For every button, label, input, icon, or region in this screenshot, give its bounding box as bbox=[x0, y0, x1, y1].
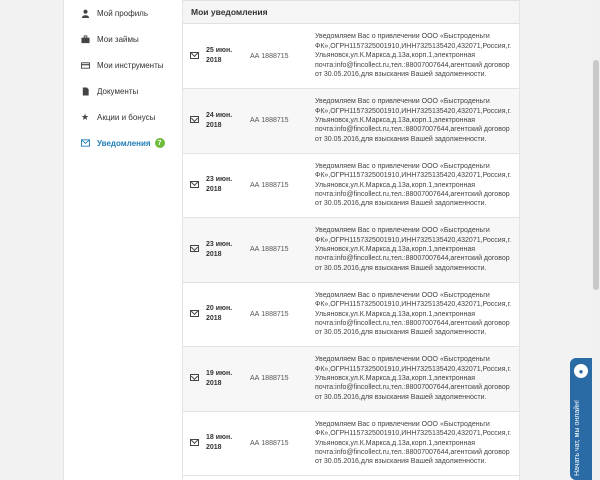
table-row[interactable]: 23 июн. 2018 АА 1888715 Уведомляем Вас о… bbox=[183, 217, 519, 283]
chat-widget-label: Начать чат, мы онлайн! bbox=[574, 400, 581, 476]
notification-date: 23 июн. 2018 bbox=[205, 153, 248, 218]
scrollbar-thumb[interactable] bbox=[593, 60, 599, 290]
notification-message: Уведомляем Вас о привлечении ООО «Быстро… bbox=[311, 153, 519, 218]
envelope-icon bbox=[189, 116, 199, 124]
sidebar-item-label: Мой профиль bbox=[97, 8, 149, 18]
sidebar-item-label: Мои инструменты bbox=[97, 60, 164, 70]
table-row[interactable]: 23 июн. 2018 АА 1888715 Уведомляем Вас о… bbox=[183, 153, 519, 218]
chat-widget-button[interactable]: ● Начать чат, мы онлайн! bbox=[570, 358, 592, 480]
star-icon: ★ bbox=[80, 111, 90, 122]
notification-date: 19 июн. 2018 bbox=[205, 346, 248, 412]
chat-bubble-icon: ● bbox=[574, 364, 588, 378]
notification-date: 25 июн. 2018 bbox=[205, 24, 248, 89]
sidebar-item-label: Уведомления bbox=[97, 138, 151, 148]
notification-contract-id: АА 1888715 bbox=[248, 153, 311, 218]
notification-contract-id: АА 1888715 bbox=[248, 217, 311, 283]
table-row[interactable]: 25 июн. 2018 АА 1888715 Уведомляем Вас о… bbox=[183, 24, 519, 89]
envelope-icon bbox=[189, 245, 199, 253]
table-row[interactable]: 24 июн. 2018 АА 1888715 Уведомляем Вас о… bbox=[183, 88, 519, 154]
notification-date: 20 июн. 2018 bbox=[205, 282, 248, 347]
envelope-icon bbox=[189, 51, 199, 59]
notification-contract-id: АА 1888715 bbox=[248, 24, 311, 89]
notification-date: 18 июн. 2018 bbox=[205, 411, 248, 476]
document-icon bbox=[79, 85, 91, 97]
notification-message: Уведомляем Вас о привлечении ООО «Быстро… bbox=[311, 346, 519, 412]
user-icon bbox=[79, 7, 91, 19]
notification-message: Уведомляем Вас о привлечении ООО «Быстро… bbox=[311, 217, 519, 283]
notification-contract-id: АА 1888715 bbox=[248, 88, 311, 154]
sidebar-item-loans[interactable]: Мои займы bbox=[64, 26, 182, 52]
envelope-icon bbox=[189, 374, 199, 382]
sidebar-item-promotions[interactable]: ★ Акции и бонусы bbox=[64, 104, 182, 130]
sidebar-item-tools[interactable]: Мои инструменты bbox=[64, 52, 182, 78]
envelope-icon bbox=[189, 309, 199, 317]
envelope-icon bbox=[189, 438, 199, 446]
table-row[interactable]: 20 июн. 2018 АА 1888715 Уведомляем Вас о… bbox=[183, 282, 519, 347]
notification-date: 24 июн. 2018 bbox=[205, 88, 248, 154]
sidebar-item-notifications[interactable]: Уведомления 7 bbox=[64, 130, 182, 156]
sidebar: Мой профиль Мои займы Мои инструменты До… bbox=[64, 0, 182, 156]
notification-message: Уведомляем Вас о привлечении ООО «Быстро… bbox=[311, 411, 519, 476]
page-container: Мой профиль Мои займы Мои инструменты До… bbox=[63, 0, 520, 480]
notification-count-badge: 7 bbox=[154, 138, 165, 148]
sidebar-item-label: Акции и бонусы bbox=[97, 112, 156, 122]
notification-contract-id: АА 1888715 bbox=[248, 411, 311, 476]
notification-message: Уведомляем Вас о привлечении ООО «Быстро… bbox=[311, 88, 519, 154]
page-scrollbar[interactable] bbox=[592, 0, 600, 480]
envelope-icon bbox=[79, 137, 91, 149]
page-title: Мои уведомления bbox=[183, 0, 519, 24]
sidebar-item-profile[interactable]: Мой профиль bbox=[64, 0, 182, 26]
notification-contract-id: АА 1888715 bbox=[248, 282, 311, 347]
briefcase-icon bbox=[79, 33, 91, 45]
notification-message: Уведомляем Вас о привлечении ООО «Быстро… bbox=[311, 282, 519, 347]
notification-contract-id: АА 1888715 bbox=[248, 346, 311, 412]
envelope-icon bbox=[189, 180, 199, 188]
notifications-panel: Мои уведомления 25 июн. 2018 АА 1888715 … bbox=[182, 0, 519, 480]
sidebar-item-documents[interactable]: Документы bbox=[64, 78, 182, 104]
table-row[interactable]: 18 июн. 2018 АА 1888715 Уведомляем Вас о… bbox=[183, 411, 519, 476]
notification-date: 23 июн. 2018 bbox=[205, 217, 248, 283]
sidebar-item-label: Мои займы bbox=[97, 34, 139, 44]
notification-message: Уведомляем Вас о привлечении ООО «Быстро… bbox=[311, 24, 519, 89]
sidebar-item-label: Документы bbox=[97, 86, 139, 96]
notifications-table: 25 июн. 2018 АА 1888715 Уведомляем Вас о… bbox=[183, 24, 519, 476]
table-row[interactable]: 19 июн. 2018 АА 1888715 Уведомляем Вас о… bbox=[183, 346, 519, 412]
card-icon bbox=[79, 59, 91, 71]
